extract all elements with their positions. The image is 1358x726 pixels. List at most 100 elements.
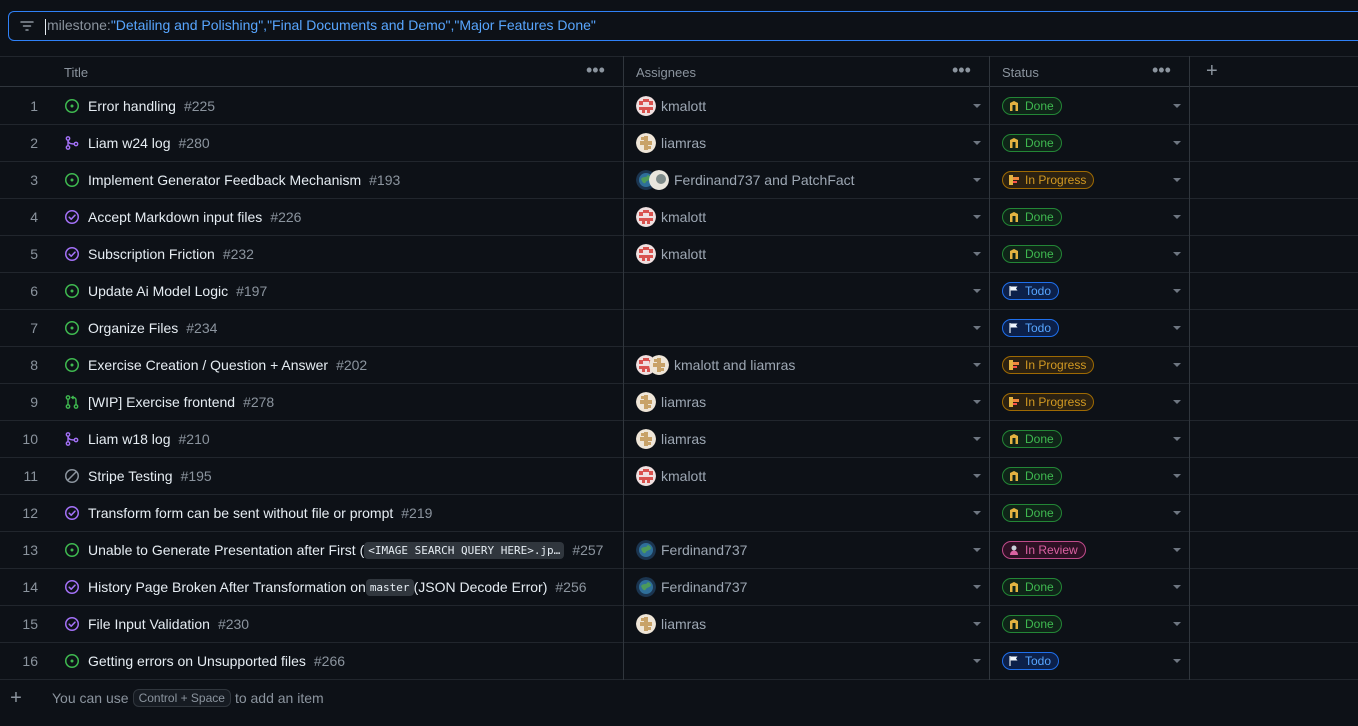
item-title-link[interactable]: Error handling xyxy=(88,98,176,114)
item-title-link[interactable]: Organize Files xyxy=(88,320,178,336)
chevron-down-icon[interactable] xyxy=(973,104,981,108)
chevron-down-icon[interactable] xyxy=(1173,585,1181,589)
assignees-cell[interactable]: Ferdinand737 xyxy=(636,569,747,605)
chevron-down-icon[interactable] xyxy=(973,141,981,145)
table-row[interactable]: 11 Stripe Testing #195 kmalott Done xyxy=(0,458,1358,495)
item-title-link[interactable]: Liam w24 log xyxy=(88,135,171,151)
table-row[interactable]: 9 [WIP] Exercise frontend #278 liamras In Pr… xyxy=(0,384,1358,421)
title-cell[interactable]: Update Ai Model Logic #197 xyxy=(64,273,620,309)
title-cell[interactable]: Unable to Generate Presentation after Fi… xyxy=(64,532,620,568)
add-item-row[interactable]: + You can use Control + Space to add an … xyxy=(0,680,1358,716)
table-row[interactable]: 4 Accept Markdown input files #226 kmalott D… xyxy=(0,199,1358,236)
chevron-down-icon[interactable] xyxy=(1173,215,1181,219)
assignees-cell[interactable]: kmalott xyxy=(636,199,706,235)
status-badge[interactable]: Done xyxy=(1002,430,1062,448)
column-header-assignees[interactable]: Assignees xyxy=(636,57,936,87)
table-row[interactable]: 3 Implement Generator Feedback Mechanism #… xyxy=(0,162,1358,199)
chevron-down-icon[interactable] xyxy=(973,252,981,256)
table-row[interactable]: 16 Getting errors on Unsupported files #26… xyxy=(0,643,1358,680)
chevron-down-icon[interactable] xyxy=(973,400,981,404)
title-cell[interactable]: [WIP] Exercise frontend #278 xyxy=(64,384,620,420)
chevron-down-icon[interactable] xyxy=(973,326,981,330)
chevron-down-icon[interactable] xyxy=(1173,622,1181,626)
chevron-down-icon[interactable] xyxy=(1173,400,1181,404)
status-badge[interactable]: In Progress xyxy=(1002,171,1095,189)
table-row[interactable]: 5 Subscription Friction #232 kmalott Done xyxy=(0,236,1358,273)
status-badge[interactable]: Done xyxy=(1002,245,1062,263)
table-row[interactable]: 2 Liam w24 log #280 liamras Done xyxy=(0,125,1358,162)
column-menu-assignees[interactable]: ••• xyxy=(952,61,971,79)
assignees-cell[interactable]: Ferdinand737 and PatchFact xyxy=(636,162,855,198)
chevron-down-icon[interactable] xyxy=(973,474,981,478)
chevron-down-icon[interactable] xyxy=(973,363,981,367)
status-badge[interactable]: Done xyxy=(1002,208,1062,226)
chevron-down-icon[interactable] xyxy=(973,289,981,293)
chevron-down-icon[interactable] xyxy=(973,548,981,552)
item-title-link[interactable]: [WIP] Exercise frontend xyxy=(88,394,235,410)
title-cell[interactable]: Error handling #225 xyxy=(64,88,620,124)
chevron-down-icon[interactable] xyxy=(973,659,981,663)
status-badge[interactable]: Todo xyxy=(1002,319,1060,337)
title-cell[interactable]: Stripe Testing #195 xyxy=(64,458,620,494)
chevron-down-icon[interactable] xyxy=(1173,252,1181,256)
title-cell[interactable]: Transform form can be sent without file … xyxy=(64,495,620,531)
item-title-link[interactable]: Transform form can be sent without file … xyxy=(88,505,393,521)
assignees-cell[interactable]: kmalott xyxy=(636,88,706,124)
table-row[interactable]: 1 Error handling #225 kmalott Done xyxy=(0,88,1358,125)
title-cell[interactable]: History Page Broken After Transformation… xyxy=(64,569,620,605)
title-cell[interactable]: Subscription Friction #232 xyxy=(64,236,620,272)
item-title-link[interactable]: Accept Markdown input files xyxy=(88,209,262,225)
chevron-down-icon[interactable] xyxy=(973,178,981,182)
chevron-down-icon[interactable] xyxy=(1173,326,1181,330)
status-badge[interactable]: Done xyxy=(1002,134,1062,152)
status-badge[interactable]: In Progress xyxy=(1002,393,1095,411)
item-title-link[interactable]: Unable to Generate Presentation after Fi… xyxy=(88,542,364,558)
table-row[interactable]: 13 Unable to Generate Presentation after … xyxy=(0,532,1358,569)
assignees-cell[interactable]: liamras xyxy=(636,421,706,457)
status-badge[interactable]: Todo xyxy=(1002,282,1060,300)
chevron-down-icon[interactable] xyxy=(1173,141,1181,145)
item-title-link[interactable]: File Input Validation xyxy=(88,616,210,632)
status-badge[interactable]: Done xyxy=(1002,97,1062,115)
status-badge[interactable]: Done xyxy=(1002,504,1062,522)
filter-input[interactable]: milestone:"Detailing and Polishing","Fin… xyxy=(45,17,596,35)
assignees-cell[interactable]: liamras xyxy=(636,125,706,161)
table-row[interactable]: 10 Liam w18 log #210 liamras Done xyxy=(0,421,1358,458)
status-badge[interactable]: Done xyxy=(1002,578,1062,596)
chevron-down-icon[interactable] xyxy=(1173,363,1181,367)
column-menu-title[interactable]: ••• xyxy=(586,61,605,79)
item-title-link[interactable]: Implement Generator Feedback Mechanism xyxy=(88,172,361,188)
assignees-cell[interactable]: liamras xyxy=(636,606,706,642)
add-field-button[interactable]: + xyxy=(1206,61,1218,81)
status-badge[interactable]: In Progress xyxy=(1002,356,1095,374)
status-badge[interactable]: Done xyxy=(1002,615,1062,633)
chevron-down-icon[interactable] xyxy=(1173,104,1181,108)
item-title-link[interactable]: Update Ai Model Logic xyxy=(88,283,228,299)
title-cell[interactable]: Exercise Creation / Question + Answer #20… xyxy=(64,347,620,383)
title-cell[interactable]: Liam w18 log #210 xyxy=(64,421,620,457)
chevron-down-icon[interactable] xyxy=(1173,289,1181,293)
table-row[interactable]: 6 Update Ai Model Logic #197 Todo xyxy=(0,273,1358,310)
chevron-down-icon[interactable] xyxy=(1173,511,1181,515)
item-title-link[interactable]: History Page Broken After Transformation… xyxy=(88,579,366,595)
title-cell[interactable]: File Input Validation #230 xyxy=(64,606,620,642)
filter-bar[interactable]: milestone:"Detailing and Polishing","Fin… xyxy=(8,11,1358,41)
table-row[interactable]: 14 History Page Broken After Transformati… xyxy=(0,569,1358,606)
chevron-down-icon[interactable] xyxy=(973,622,981,626)
table-row[interactable]: 15 File Input Validation #230 liamras Done xyxy=(0,606,1358,643)
table-row[interactable]: 12 Transform form can be sent without fil… xyxy=(0,495,1358,532)
chevron-down-icon[interactable] xyxy=(973,437,981,441)
chevron-down-icon[interactable] xyxy=(1173,178,1181,182)
status-badge[interactable]: Todo xyxy=(1002,652,1060,670)
chevron-down-icon[interactable] xyxy=(973,585,981,589)
status-badge[interactable]: Done xyxy=(1002,467,1062,485)
title-cell[interactable]: Organize Files #234 xyxy=(64,310,620,346)
title-cell[interactable]: Liam w24 log #280 xyxy=(64,125,620,161)
item-title-link[interactable]: Getting errors on Unsupported files xyxy=(88,653,306,669)
column-menu-status[interactable]: ••• xyxy=(1152,61,1171,79)
title-cell[interactable]: Getting errors on Unsupported files #266 xyxy=(64,643,620,679)
status-badge[interactable]: In Review xyxy=(1002,541,1086,559)
table-row[interactable]: 8 Exercise Creation / Question + Answer #2… xyxy=(0,347,1358,384)
chevron-down-icon[interactable] xyxy=(1173,548,1181,552)
assignees-cell[interactable]: Ferdinand737 xyxy=(636,532,747,568)
